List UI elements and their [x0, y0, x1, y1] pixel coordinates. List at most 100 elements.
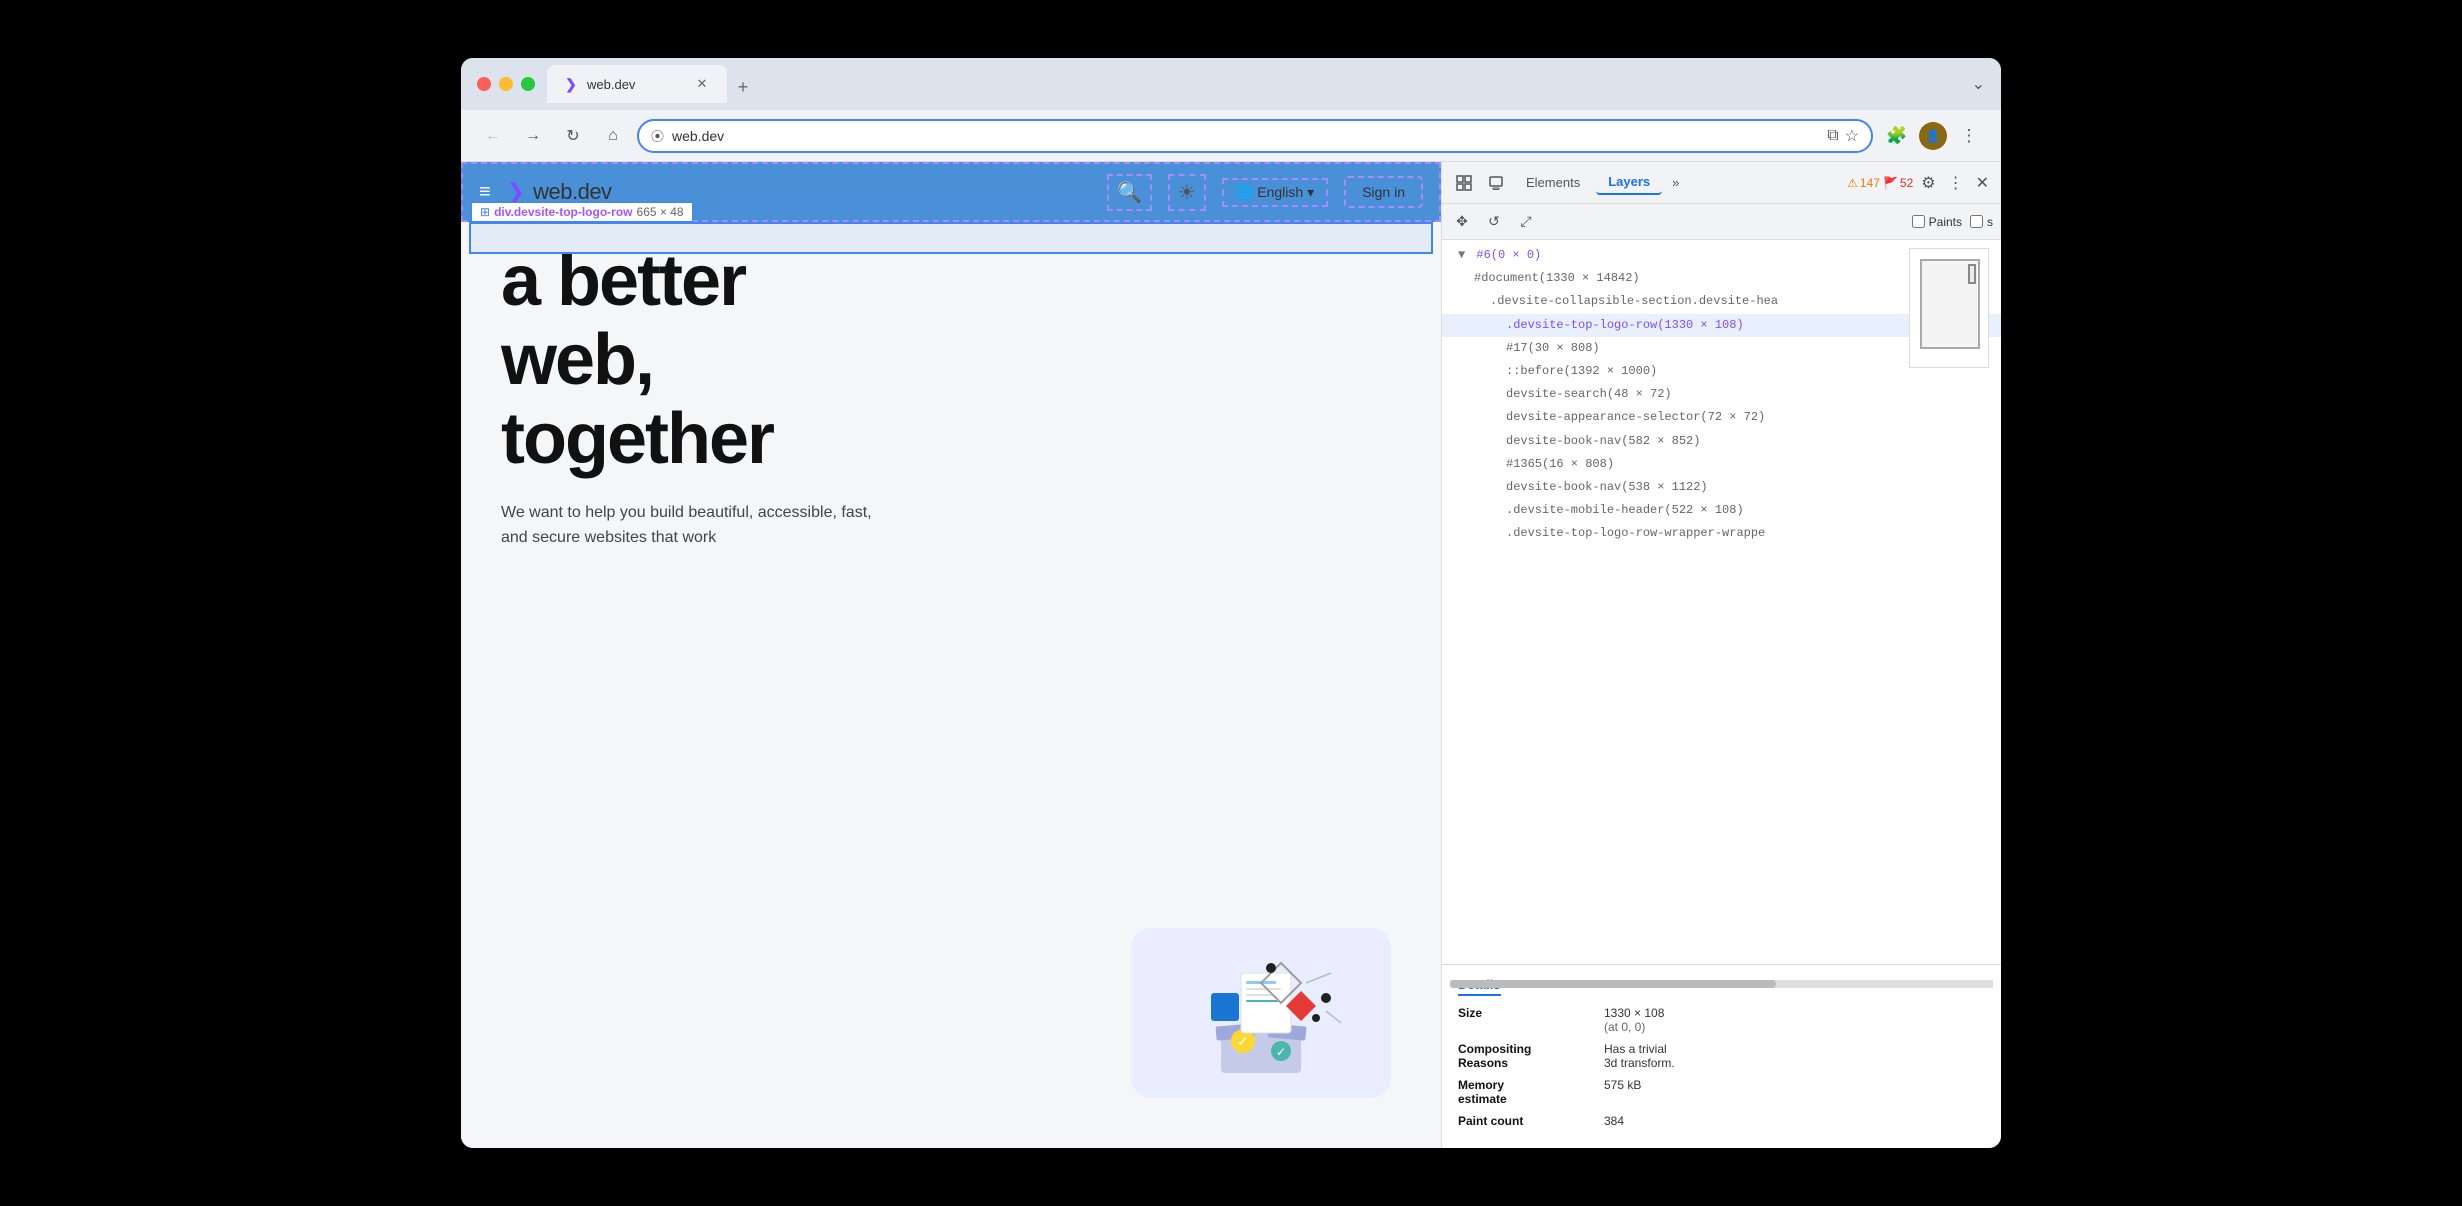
heading-line-2: web, — [501, 321, 1401, 400]
tree-node-1: .devsite-collapsible-section.devsite-hea — [1490, 294, 1778, 308]
size-sub-text: (at 0, 0) — [1604, 1020, 1645, 1034]
window-dropdown-icon[interactable]: ⌄ — [1972, 74, 1985, 94]
traffic-light-yellow[interactable] — [499, 77, 513, 91]
layer-preview-inner — [1910, 249, 1988, 367]
window-controls-right: ⌄ — [1972, 74, 1985, 94]
errors-count: 52 — [1900, 176, 1913, 190]
tree-item-8[interactable]: #1365(16 × 808) — [1442, 453, 2001, 476]
warnings-count: 147 — [1860, 176, 1880, 190]
details-memory-row: Memoryestimate 575 kB — [1458, 1078, 1985, 1106]
details-compositing-label: CompositingReasons — [1458, 1042, 1588, 1070]
tree-node-10: .devsite-mobile-header(522 × 108) — [1506, 503, 1744, 517]
details-size-row: Size 1330 × 108 (at 0, 0) — [1458, 1006, 1985, 1034]
tab-title: web.dev — [587, 77, 635, 92]
heading-line-3: together — [501, 400, 1401, 479]
tab-bar: ❯ web.dev ✕ + — [547, 65, 1960, 103]
chrome-menu-button[interactable]: ⋮ — [1953, 120, 1985, 152]
open-external-icon[interactable]: ⧉ — [1827, 127, 1838, 145]
details-paint-value: 384 — [1604, 1114, 1624, 1128]
layer-rotate-button[interactable]: ↺ — [1482, 210, 1506, 234]
address-actions: ⧉ ☆ — [1827, 126, 1859, 146]
search-icon-button[interactable]: 🔍 — [1107, 174, 1152, 211]
tree-node-6: devsite-appearance-selector(72 × 72) — [1506, 410, 1765, 424]
hamburger-menu-icon[interactable]: ≡ — [479, 181, 491, 204]
brightness-icon-button[interactable]: ☀ — [1168, 174, 1206, 211]
page-illustration: ✓ ✓ — [1131, 928, 1391, 1098]
devtools-scrollbar[interactable] — [1450, 980, 1993, 988]
tree-item-10[interactable]: .devsite-mobile-header(522 × 108) — [1442, 499, 2001, 522]
url-display: web.dev — [672, 128, 1819, 144]
traffic-light-green[interactable] — [521, 77, 535, 91]
home-button[interactable]: ⌂ — [597, 120, 629, 152]
sign-in-button[interactable]: Sign in — [1344, 176, 1423, 208]
scroll-label: s — [1987, 215, 1993, 229]
tree-node-0: #document(1330 × 14842) — [1474, 271, 1640, 285]
bookmark-icon[interactable]: ☆ — [1845, 126, 1859, 146]
inspect-icon — [1456, 175, 1472, 191]
main-area: ≡ ❯ web.dev 🔍 ☀ 🌐 English — [461, 162, 2001, 1148]
tree-node-11: .devsite-top-logo-row-wrapper-wrappe — [1506, 526, 1765, 540]
devtools-tab-elements[interactable]: Elements — [1514, 171, 1592, 194]
tree-item-9[interactable]: devsite-book-nav(538 × 1122) — [1442, 476, 2001, 499]
devtools-details: Details Size 1330 × 108 (at 0, 0) Compos… — [1442, 964, 2001, 1148]
devtools-panel: Elements Layers » ⚠ 147 🚩 52 — [1441, 162, 2001, 1148]
layer-preview — [1909, 248, 1989, 368]
avatar-button[interactable]: 👤 — [1917, 120, 1949, 152]
language-selector[interactable]: 🌐 English ▾ — [1222, 178, 1328, 207]
devtools-device-button[interactable] — [1482, 169, 1510, 197]
page-subtext: We want to help you build beautiful, acc… — [501, 500, 881, 551]
user-avatar: 👤 — [1919, 122, 1947, 150]
paints-checkbox[interactable] — [1912, 215, 1925, 228]
element-label-tooltip: ⊞ div.devsite-top-logo-row 665 × 48 — [471, 202, 693, 222]
tree-item-6[interactable]: devsite-appearance-selector(72 × 72) — [1442, 406, 2001, 429]
illustration-svg: ✓ ✓ — [1161, 943, 1361, 1083]
device-icon — [1488, 175, 1504, 191]
tree-item-5[interactable]: devsite-search(48 × 72) — [1442, 383, 2001, 406]
new-tab-button[interactable]: + — [727, 71, 759, 103]
resize-icon: ⤢ — [1520, 213, 1531, 230]
details-paint-row: Paint count 384 — [1458, 1114, 1985, 1128]
layers-tab-label: Layers — [1608, 174, 1650, 189]
back-button[interactable]: ← — [477, 120, 509, 152]
nav-bar: ← → ↻ ⌂ ⦿ web.dev ⧉ ☆ 🧩 👤 ⋮ — [461, 110, 2001, 162]
forward-button[interactable]: → — [517, 120, 549, 152]
tree-node-9: devsite-book-nav(538 × 1122) — [1506, 480, 1708, 494]
tree-node-2: .devsite-top-logo-row(1330 × 108) — [1506, 318, 1744, 332]
details-compositing-value: Has a trivial3d transform. — [1604, 1042, 1675, 1070]
warnings-badge[interactable]: ⚠ 147 — [1847, 176, 1880, 190]
devtools-badges: ⚠ 147 🚩 52 — [1847, 176, 1913, 190]
devtools-scrollbar-thumb[interactable] — [1450, 980, 1776, 988]
scroll-checkbox[interactable] — [1970, 215, 1983, 228]
devtools-inspect-button[interactable] — [1450, 169, 1478, 197]
tree-node-4: ::before(1392 × 1000) — [1506, 364, 1657, 378]
tab-close-button[interactable]: ✕ — [693, 75, 711, 93]
devtools-close-button[interactable]: ✕ — [1972, 169, 1993, 197]
paints-label: Paints — [1929, 215, 1962, 229]
layer-resize-button[interactable]: ⤢ — [1514, 210, 1538, 234]
errors-badge[interactable]: 🚩 52 — [1883, 176, 1913, 190]
layer-rect-inner — [1968, 264, 1976, 284]
devtools-tab-layers[interactable]: Layers — [1596, 170, 1662, 195]
devtools-settings-button[interactable]: ⚙ — [1917, 169, 1939, 197]
tree-item-7[interactable]: devsite-book-nav(582 × 852) — [1442, 430, 2001, 453]
extensions-button[interactable]: 🧩 — [1881, 120, 1913, 152]
search-icon: 🔍 — [1117, 182, 1142, 204]
language-label: English — [1257, 184, 1303, 200]
browser-window: ❯ web.dev ✕ + ⌄ ← → ↻ ⌂ ⦿ web.dev ⧉ ☆ 🧩 — [461, 58, 2001, 1148]
tree-item-11[interactable]: .devsite-top-logo-row-wrapper-wrappe — [1442, 522, 2001, 545]
language-dropdown-icon: ▾ — [1307, 184, 1314, 201]
traffic-light-red[interactable] — [477, 77, 491, 91]
browser-tab-active[interactable]: ❯ web.dev ✕ — [547, 65, 727, 103]
move-icon: ✥ — [1456, 213, 1468, 230]
title-bar: ❯ web.dev ✕ + ⌄ — [461, 58, 2001, 110]
element-label-icon: ⊞ — [480, 205, 490, 219]
reload-button[interactable]: ↻ — [557, 120, 589, 152]
page-heading: a better web, together — [501, 242, 1401, 480]
address-bar[interactable]: ⦿ web.dev ⧉ ☆ — [637, 119, 1873, 153]
devtools-more-tabs[interactable]: » — [1666, 171, 1685, 194]
paints-checkbox-container: Paints — [1912, 215, 1962, 229]
devtools-more-button[interactable]: ⋮ — [1944, 169, 1968, 197]
element-highlight-overlay: ⊞ div.devsite-top-logo-row 665 × 48 — [469, 222, 1433, 254]
svg-text:✓: ✓ — [1237, 1033, 1249, 1049]
layer-move-button[interactable]: ✥ — [1450, 210, 1474, 234]
